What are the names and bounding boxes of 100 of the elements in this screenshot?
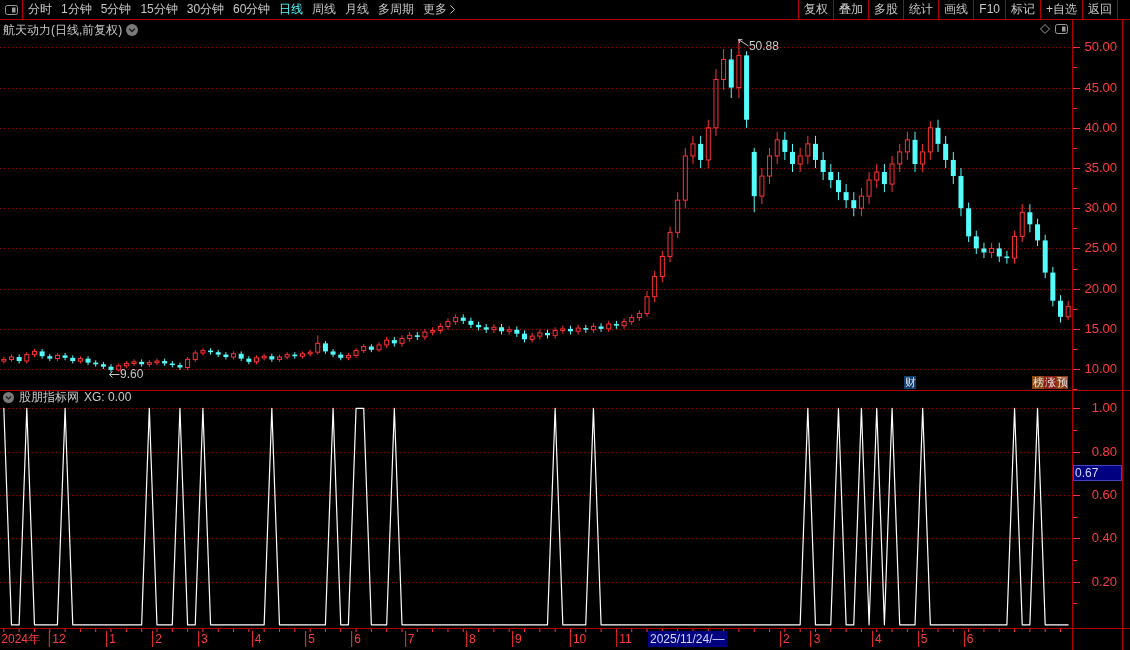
candle xyxy=(598,322,604,333)
candle xyxy=(254,354,259,365)
candle xyxy=(200,347,206,356)
candle xyxy=(223,351,229,360)
toolbar-button[interactable]: F10 xyxy=(973,0,1005,19)
period-tab[interactable]: 30分钟 xyxy=(186,0,225,19)
period-tab[interactable]: 更多 xyxy=(423,0,456,19)
candle xyxy=(537,329,543,340)
toolbar-button[interactable]: 叠加 xyxy=(833,0,869,19)
arrow-icon xyxy=(737,39,749,48)
candle xyxy=(284,351,290,360)
candle xyxy=(1065,300,1071,321)
axis-label: 40.00 xyxy=(1084,120,1117,135)
candle xyxy=(353,347,359,359)
dropdown-icon[interactable] xyxy=(126,24,139,36)
candle xyxy=(644,290,650,318)
axis-label: 0.80 xyxy=(1091,444,1117,459)
candle xyxy=(468,317,474,329)
axis-label: 3 xyxy=(198,631,208,647)
candle xyxy=(690,135,696,165)
candle xyxy=(1004,250,1010,265)
period-tab[interactable]: 日线 xyxy=(279,0,304,19)
period-tab[interactable]: 多周期 xyxy=(378,0,415,19)
candle xyxy=(545,329,550,339)
candle xyxy=(491,323,497,334)
candle xyxy=(790,143,795,173)
period-tab[interactable]: 周线 xyxy=(312,0,337,19)
candle xyxy=(399,334,405,348)
candle xyxy=(376,342,382,353)
event-marker[interactable]: 榜 xyxy=(1032,376,1044,389)
candle xyxy=(277,354,282,363)
axis-label: 15.00 xyxy=(1084,321,1117,336)
candle xyxy=(16,354,22,364)
axis-label: 12 xyxy=(49,631,66,647)
axis-label: 6 xyxy=(351,631,361,647)
period-tab[interactable]: 分时 xyxy=(28,0,52,19)
candle xyxy=(552,326,558,339)
candle xyxy=(667,226,673,263)
candle xyxy=(813,135,818,169)
axis-label: 6 xyxy=(963,631,974,647)
indicator-value: XG: 0.00 xyxy=(84,391,132,404)
candle xyxy=(889,155,895,193)
axis-label: 0.40 xyxy=(1091,531,1117,546)
axis-label: 2 xyxy=(152,631,162,647)
axis-label: 25.00 xyxy=(1084,241,1117,256)
axis-label: 50.00 xyxy=(1084,40,1117,55)
toolbar-button[interactable]: 多股 xyxy=(868,0,904,19)
chart-title: 航天动力(日线,前复权) xyxy=(3,22,123,38)
candle xyxy=(39,348,45,360)
axis-label: 5 xyxy=(917,631,928,647)
candle xyxy=(522,330,527,344)
event-marker[interactable]: 预 xyxy=(1056,376,1068,389)
candle xyxy=(981,242,987,259)
period-tab[interactable]: 60分钟 xyxy=(233,0,271,19)
axis-label: 2 xyxy=(780,631,790,647)
candle xyxy=(866,171,872,205)
period-tab[interactable]: 15分钟 xyxy=(140,0,178,19)
toolbar-button[interactable]: 画线 xyxy=(938,0,974,19)
candle xyxy=(621,317,627,330)
axis-label: 20.00 xyxy=(1084,281,1117,296)
candle xyxy=(1,356,7,364)
candle xyxy=(514,325,520,338)
axis-label: 10 xyxy=(569,631,587,647)
candle xyxy=(575,324,581,335)
candle xyxy=(269,353,275,363)
axis-label: 9 xyxy=(512,631,522,647)
dropdown-icon[interactable] xyxy=(3,392,14,403)
candle xyxy=(820,151,826,181)
candle xyxy=(330,348,336,358)
panel-icon[interactable] xyxy=(1055,24,1068,34)
toolbar-button[interactable]: 标记 xyxy=(1005,0,1040,19)
candle xyxy=(1050,266,1056,307)
toolbar-button[interactable]: 复权 xyxy=(798,0,834,19)
period-tab[interactable]: 月线 xyxy=(345,0,370,19)
axis-label: 11 xyxy=(616,631,632,647)
event-marker[interactable]: 财 xyxy=(904,376,916,389)
indicator-name: 股朋指标网 xyxy=(19,391,79,404)
candle xyxy=(154,358,160,366)
candle xyxy=(131,358,137,367)
period-tab[interactable]: 5分钟 xyxy=(100,0,132,19)
candle xyxy=(529,332,535,344)
period-tab[interactable]: 1分钟 xyxy=(61,0,92,19)
candle xyxy=(307,349,313,357)
event-marker[interactable]: 涨 xyxy=(1044,376,1056,389)
price-annotation: 50.88 xyxy=(748,40,779,53)
candle xyxy=(797,147,803,173)
chevron-icon xyxy=(450,5,456,14)
axis-label: 4 xyxy=(871,631,882,647)
axis-label: 1 xyxy=(106,631,116,647)
axis-label: 7 xyxy=(404,631,415,647)
candle xyxy=(759,167,765,205)
toolbar-button[interactable]: 统计 xyxy=(903,0,939,19)
axis-label: 5 xyxy=(305,631,315,647)
candle xyxy=(1058,294,1063,323)
toolbar-button[interactable]: +自选 xyxy=(1040,0,1082,19)
candle xyxy=(177,362,183,371)
candle xyxy=(1027,203,1033,233)
toolbar-button[interactable]: 返回 xyxy=(1082,0,1117,19)
axis-label: 10.00 xyxy=(1084,362,1117,377)
candle xyxy=(782,131,788,161)
